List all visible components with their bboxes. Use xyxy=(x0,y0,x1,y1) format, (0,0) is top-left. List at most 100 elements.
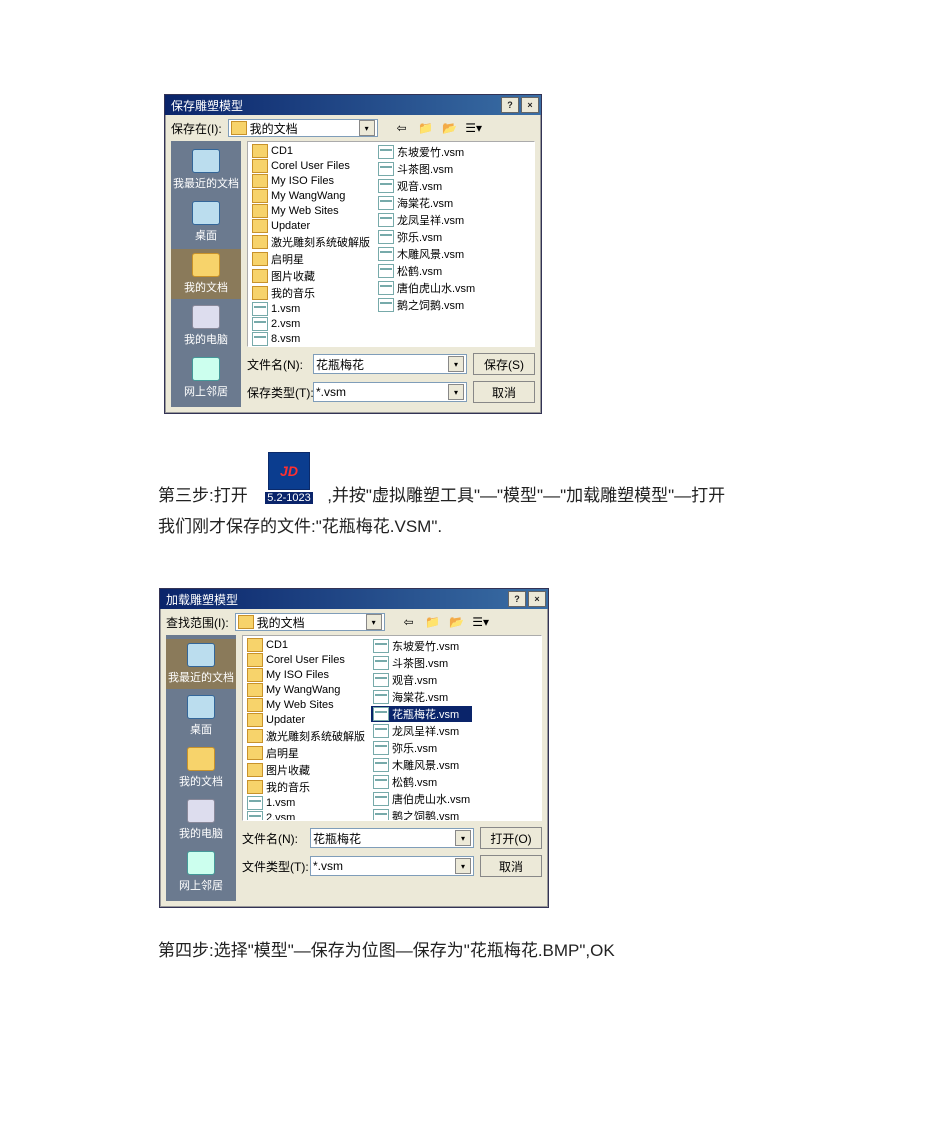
file-item[interactable]: 8.vsm xyxy=(250,332,372,346)
file-item[interactable]: 唐伯虎山水.vsm xyxy=(371,791,472,807)
file-item[interactable]: 图片收藏 xyxy=(250,268,372,284)
new-folder-icon[interactable]: 📂 xyxy=(442,120,458,136)
up-folder-icon[interactable]: 📁 xyxy=(425,614,441,630)
file-item[interactable]: My Web Sites xyxy=(245,698,367,712)
file-item-label: 弥乐.vsm xyxy=(397,229,442,245)
file-item[interactable]: 木雕风景.vsm xyxy=(376,246,477,262)
file-item[interactable]: 龙凤呈祥.vsm xyxy=(371,723,472,739)
file-item[interactable]: My WangWang xyxy=(250,189,372,203)
sidebar-item[interactable]: 我的电脑 xyxy=(171,301,241,351)
folder-icon xyxy=(247,638,263,652)
file-item[interactable]: 1.vsm xyxy=(245,796,367,810)
file-item[interactable]: 图片收藏 xyxy=(245,762,367,778)
file-item[interactable]: 东坡爱竹.vsm xyxy=(376,144,477,160)
file-item[interactable]: 启明星 xyxy=(250,251,372,267)
file-item[interactable]: My Web Sites xyxy=(250,204,372,218)
titlebar: 加载雕塑模型 ? × xyxy=(160,589,548,609)
file-item[interactable]: 激光雕刻系统破解版 xyxy=(245,728,367,744)
file-item[interactable]: 东坡爱竹.vsm xyxy=(371,638,472,654)
up-folder-icon[interactable]: 📁 xyxy=(418,120,434,136)
file-item[interactable]: 唐伯虎山水.vsm xyxy=(376,280,477,296)
file-item[interactable]: 木雕风景.vsm xyxy=(371,757,472,773)
back-icon[interactable]: ⇦ xyxy=(401,614,417,630)
view-menu-icon[interactable]: ☰▾ xyxy=(473,614,489,630)
file-item[interactable]: 观音.vsm xyxy=(371,672,472,688)
file-item[interactable]: 启明星 xyxy=(245,745,367,761)
file-item[interactable]: 斗茶图.vsm xyxy=(376,161,477,177)
file-item[interactable]: 1.vsm xyxy=(250,302,372,316)
file-item[interactable]: 弥乐.vsm xyxy=(371,740,472,756)
sidebar-item[interactable]: 桌面 xyxy=(166,691,236,741)
file-list[interactable]: CD1Corel User Files My ISO Files My WangWa… xyxy=(242,635,542,821)
chevron-down-icon: ▾ xyxy=(455,858,471,874)
file-item-label: 海棠花.vsm xyxy=(392,689,448,705)
file-item[interactable]: 龙凤呈祥.vsm xyxy=(376,212,477,228)
file-item-label: 斗茶图.vsm xyxy=(397,161,453,177)
look-in-label: 查找范围(I): xyxy=(166,614,229,631)
close-button[interactable]: × xyxy=(521,97,539,113)
view-menu-icon[interactable]: ☰▾ xyxy=(466,120,482,136)
filename-field[interactable]: 花瓶梅花 ▾ xyxy=(310,828,474,848)
file-icon xyxy=(373,775,389,789)
file-item[interactable]: 观音.vsm xyxy=(376,178,477,194)
file-item-label: My ISO Files xyxy=(266,669,329,681)
file-item[interactable]: 我的音乐 xyxy=(250,285,372,301)
help-button[interactable]: ? xyxy=(501,97,519,113)
location-select[interactable]: 我的文档 ▾ xyxy=(228,119,378,137)
file-item[interactable]: 松鹤.vsm xyxy=(376,263,477,279)
save-button[interactable]: 保存(S) xyxy=(473,353,535,375)
chevron-down-icon: ▾ xyxy=(448,356,464,372)
file-item[interactable]: Corel User Files xyxy=(245,653,367,667)
file-item[interactable]: 鹅之饲鹅.vsm xyxy=(371,808,472,821)
file-item[interactable]: CD1 xyxy=(250,144,372,158)
file-item-label: 1.vsm xyxy=(266,797,295,809)
filetype-field[interactable]: *.vsm ▾ xyxy=(310,856,474,876)
file-item[interactable]: 2.vsm xyxy=(245,811,367,821)
file-item-label: My Web Sites xyxy=(271,205,339,217)
file-item[interactable]: 2.vsm xyxy=(250,317,372,331)
file-item[interactable]: 我的音乐 xyxy=(245,779,367,795)
file-item[interactable]: 花瓶梅花.vsm xyxy=(371,706,472,722)
sidebar-item-icon xyxy=(192,201,220,225)
close-button[interactable]: × xyxy=(528,591,546,607)
file-icon xyxy=(247,796,263,810)
file-item[interactable]: 激光雕刻系统破解版 xyxy=(250,234,372,250)
toolbar: 查找范围(I): 我的文档 ▾ ⇦ 📁 📂 ☰▾ xyxy=(160,609,548,635)
folder-icon xyxy=(247,683,263,697)
file-item-label: Corel User Files xyxy=(271,160,350,172)
file-item[interactable]: 海棠花.vsm xyxy=(376,195,477,211)
cancel-button[interactable]: 取消 xyxy=(473,381,535,403)
file-item-label: 鹅之饲鹅.vsm xyxy=(397,297,464,313)
file-item[interactable]: 海棠花.vsm xyxy=(371,689,472,705)
file-item[interactable]: My ISO Files xyxy=(250,174,372,188)
file-item[interactable]: My WangWang xyxy=(245,683,367,697)
file-item[interactable]: 鹅之饲鹅.vsm xyxy=(376,297,477,313)
file-item[interactable]: 斗茶图.vsm xyxy=(371,655,472,671)
file-item[interactable]: Corel User Files xyxy=(250,159,372,173)
sidebar-item[interactable]: 我的文档 xyxy=(171,249,241,299)
new-folder-icon[interactable]: 📂 xyxy=(449,614,465,630)
sidebar-item[interactable]: 我的文档 xyxy=(166,743,236,793)
file-item[interactable]: 弥乐.vsm xyxy=(376,229,477,245)
sidebar-item[interactable]: 网上邻居 xyxy=(166,847,236,897)
sidebar-item[interactable]: 网上邻居 xyxy=(171,353,241,403)
back-icon[interactable]: ⇦ xyxy=(394,120,410,136)
location-select[interactable]: 我的文档 ▾ xyxy=(235,613,385,631)
sidebar-item-icon xyxy=(187,799,215,823)
filename-field[interactable]: 花瓶梅花 ▾ xyxy=(313,354,467,374)
file-item[interactable]: 松鹤.vsm xyxy=(371,774,472,790)
cancel-button[interactable]: 取消 xyxy=(480,855,542,877)
sidebar-item[interactable]: 我最近的文档 xyxy=(166,639,236,689)
chevron-down-icon: ▾ xyxy=(359,120,375,136)
sidebar-item[interactable]: 我最近的文档 xyxy=(171,145,241,195)
file-item[interactable]: Updater xyxy=(245,713,367,727)
file-item[interactable]: My ISO Files xyxy=(245,668,367,682)
file-list[interactable]: CD1 Corel User Files My ISO FilesMy WangWa… xyxy=(247,141,535,347)
help-button[interactable]: ? xyxy=(508,591,526,607)
open-button[interactable]: 打开(O) xyxy=(480,827,542,849)
sidebar-item[interactable]: 我的电脑 xyxy=(166,795,236,845)
file-item[interactable]: CD1 xyxy=(245,638,367,652)
file-item[interactable]: Updater xyxy=(250,219,372,233)
filetype-field[interactable]: *.vsm ▾ xyxy=(313,382,467,402)
sidebar-item[interactable]: 桌面 xyxy=(171,197,241,247)
